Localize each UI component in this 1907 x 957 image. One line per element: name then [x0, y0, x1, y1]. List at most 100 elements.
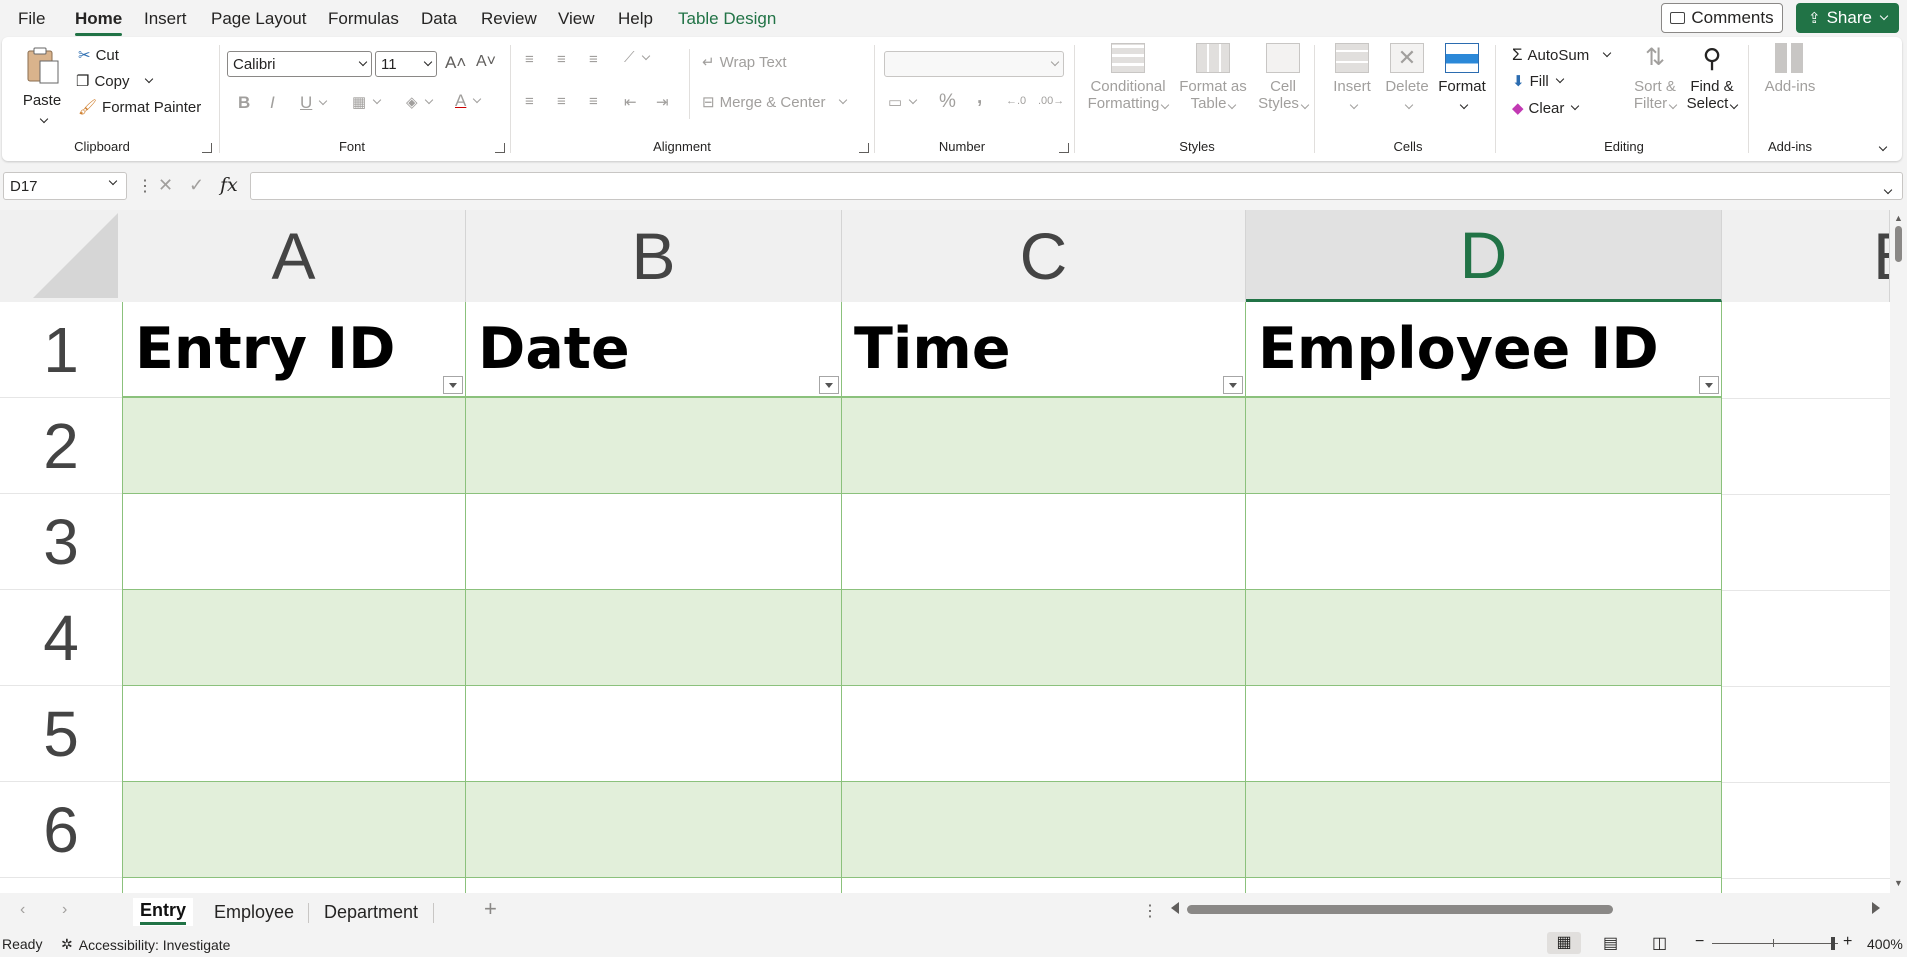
increase-indent-icon[interactable]: ⇥: [656, 93, 669, 111]
scroll-down-icon[interactable]: ▼: [1894, 878, 1903, 888]
next-sheet-icon[interactable]: ›: [62, 901, 67, 919]
font-launcher-icon[interactable]: [495, 143, 505, 153]
wrap-text-button[interactable]: ↵ Wrap Text: [702, 53, 787, 72]
format-painter-button[interactable]: 🖌 Format Painter: [78, 98, 201, 117]
normal-view-button[interactable]: ▦: [1547, 932, 1581, 954]
table-cell[interactable]: [842, 782, 1246, 878]
align-center-icon[interactable]: ≡: [557, 93, 566, 110]
scroll-right-icon[interactable]: [1872, 902, 1880, 914]
zoom-slider-thumb[interactable]: [1831, 937, 1835, 950]
tab-table-design[interactable]: Table Design: [678, 8, 776, 30]
align-left-icon[interactable]: ≡: [525, 93, 534, 110]
table-cell[interactable]: [122, 878, 466, 893]
vertical-scroll-thumb[interactable]: [1895, 226, 1902, 262]
row-header-7[interactable]: [0, 878, 122, 893]
copy-button[interactable]: ❐ Copy: [76, 72, 154, 90]
table-cell[interactable]: [1246, 878, 1722, 893]
tab-help[interactable]: Help: [618, 8, 653, 30]
font-size-select[interactable]: 11: [375, 51, 437, 77]
insert-function-button[interactable]: fx: [220, 174, 238, 196]
table-cell[interactable]: [1246, 398, 1722, 494]
worksheet-grid[interactable]: A B C D E 1 2 3 4 5 6 Entry ID Date Time…: [0, 210, 1890, 893]
table-cell[interactable]: [842, 590, 1246, 686]
tab-insert[interactable]: Insert: [144, 8, 187, 30]
decrease-indent-icon[interactable]: ⇤: [624, 93, 637, 111]
zoom-level[interactable]: 400%: [1867, 936, 1903, 952]
orientation-button[interactable]: ⟋: [624, 49, 650, 66]
table-cell[interactable]: [122, 686, 466, 782]
scroll-left-icon[interactable]: [1171, 902, 1179, 914]
column-header-d[interactable]: D: [1246, 210, 1722, 302]
select-all-corner[interactable]: [0, 210, 122, 302]
clipboard-launcher-icon[interactable]: [202, 143, 212, 153]
table-cell[interactable]: [122, 494, 466, 590]
borders-button[interactable]: ▦: [352, 93, 382, 111]
table-header-cell[interactable]: Entry ID: [122, 302, 466, 398]
table-header-cell[interactable]: Date: [466, 302, 842, 398]
decrease-font-button[interactable]: A˅: [476, 53, 496, 71]
tab-page-layout[interactable]: Page Layout: [211, 8, 306, 30]
tab-data[interactable]: Data: [421, 8, 457, 30]
zoom-in-button[interactable]: +: [1843, 933, 1852, 951]
alignment-launcher-icon[interactable]: [859, 143, 869, 153]
column-header-e[interactable]: E: [1722, 210, 1890, 302]
column-header-c[interactable]: C: [842, 210, 1246, 302]
expand-formula-bar-button[interactable]: [1882, 180, 1893, 198]
formula-input[interactable]: [250, 172, 1903, 200]
table-cell[interactable]: [122, 398, 466, 494]
find-select-button[interactable]: ⚲ Find & Select: [1684, 43, 1740, 112]
more-options-icon[interactable]: ⋮: [137, 176, 153, 196]
add-ins-button[interactable]: Add-ins: [1762, 43, 1818, 95]
tab-home[interactable]: Home: [75, 8, 123, 36]
italic-button[interactable]: I: [270, 93, 275, 113]
increase-decimal-icon[interactable]: ←.0: [1006, 95, 1026, 107]
table-cell[interactable]: [1246, 686, 1722, 782]
column-header-a[interactable]: A: [122, 210, 466, 302]
prev-sheet-icon[interactable]: ‹: [20, 901, 25, 919]
underline-button[interactable]: U: [300, 93, 328, 113]
table-cell[interactable]: [1246, 590, 1722, 686]
horizontal-scroll-thumb[interactable]: [1187, 905, 1613, 914]
align-bottom-icon[interactable]: ≡: [589, 51, 598, 68]
align-middle-icon[interactable]: ≡: [557, 51, 566, 68]
row-header-6[interactable]: 6: [0, 782, 122, 878]
cell-styles-button[interactable]: Cell Styles: [1254, 43, 1312, 112]
clear-button[interactable]: ◆ Clear: [1512, 99, 1580, 117]
paste-button[interactable]: Paste: [22, 45, 62, 124]
table-cell[interactable]: [466, 782, 842, 878]
row-header-4[interactable]: 4: [0, 590, 122, 686]
table-cell[interactable]: [842, 686, 1246, 782]
decrease-decimal-icon[interactable]: .00→: [1038, 95, 1064, 107]
row-header-2[interactable]: 2: [0, 398, 122, 494]
table-header-cell[interactable]: Employee ID: [1246, 302, 1722, 398]
filter-dropdown-icon[interactable]: [819, 376, 839, 394]
column-header-b[interactable]: B: [466, 210, 842, 302]
format-as-table-button[interactable]: Format as Table: [1174, 43, 1252, 112]
tab-file[interactable]: File: [18, 8, 45, 30]
more-options-icon[interactable]: ⋮: [1142, 901, 1158, 921]
comma-button[interactable]: ,: [977, 87, 982, 109]
table-cell[interactable]: [842, 878, 1246, 893]
fill-color-button[interactable]: ◈: [406, 93, 433, 111]
comments-button[interactable]: Comments: [1661, 3, 1783, 33]
name-box[interactable]: D17: [3, 172, 127, 200]
conditional-formatting-button[interactable]: Conditional Formatting: [1087, 43, 1170, 112]
table-cell[interactable]: [466, 590, 842, 686]
tab-view[interactable]: View: [558, 8, 595, 30]
cut-button[interactable]: ✂ Cut: [78, 46, 119, 65]
row-header-1[interactable]: 1: [0, 302, 122, 398]
table-cell[interactable]: [122, 590, 466, 686]
scroll-up-icon[interactable]: ▲: [1894, 213, 1903, 223]
cancel-icon[interactable]: ✕: [158, 175, 173, 196]
font-name-select[interactable]: Calibri: [227, 51, 372, 77]
sheet-tab-entry[interactable]: Entry: [133, 898, 193, 926]
font-color-button[interactable]: A: [455, 91, 482, 111]
horizontal-scrollbar[interactable]: [1168, 899, 1886, 921]
filter-dropdown-icon[interactable]: [1699, 376, 1719, 394]
add-sheet-button[interactable]: +: [484, 896, 497, 922]
sort-filter-button[interactable]: ⇅ Sort & Filter: [1630, 43, 1680, 112]
accessibility-status[interactable]: ✲ Accessibility: Investigate: [61, 936, 230, 953]
table-cell[interactable]: [122, 782, 466, 878]
row-header-5[interactable]: 5: [0, 686, 122, 782]
table-cell[interactable]: [1246, 782, 1722, 878]
